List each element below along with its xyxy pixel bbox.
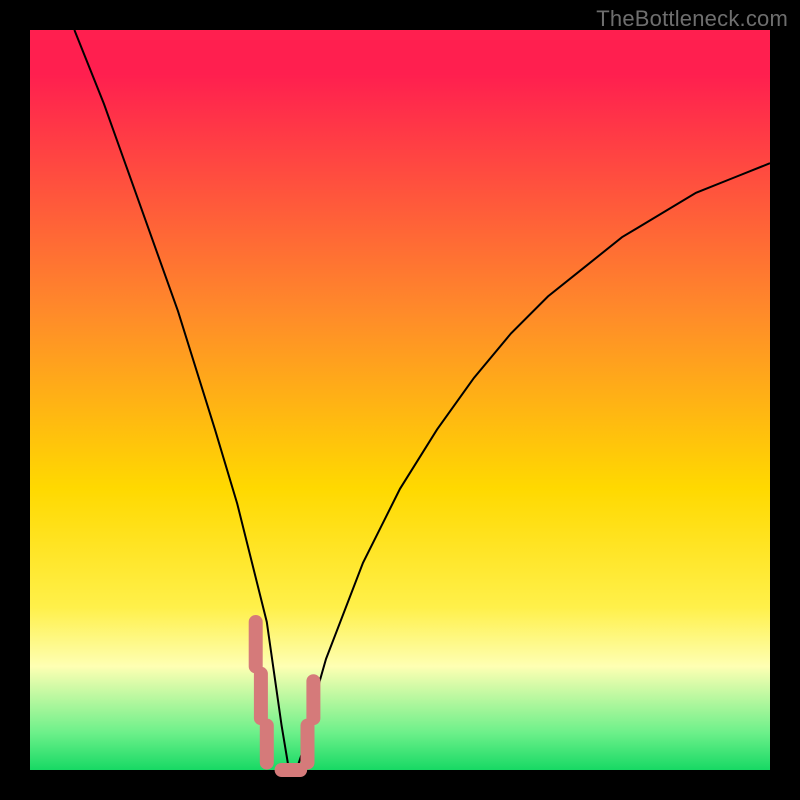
chart-frame: TheBottleneck.com <box>0 0 800 800</box>
bottleneck-curve <box>74 30 770 770</box>
watermark-text: TheBottleneck.com <box>596 6 788 32</box>
bottleneck-curve-svg <box>30 30 770 770</box>
plot-area <box>30 30 770 770</box>
